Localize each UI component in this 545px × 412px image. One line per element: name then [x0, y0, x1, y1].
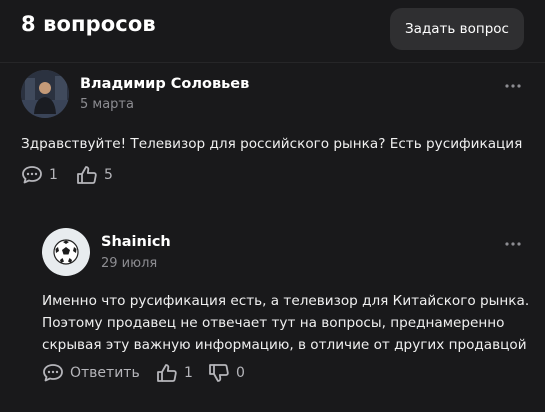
answer-dislikes-count: 0: [236, 365, 245, 381]
answer-author-avatar[interactable]: [42, 228, 90, 276]
header-divider: [0, 62, 545, 63]
thumbs-up-icon: [77, 166, 97, 184]
answer-date: 29 июля: [101, 256, 158, 271]
thumbs-up-icon: [157, 364, 177, 382]
question-text: Здравствуйте! Телевизор для российского …: [21, 136, 523, 152]
comments-count: 1: [49, 167, 58, 183]
question-author-name[interactable]: Владимир Соловьев: [80, 76, 249, 92]
question-comments-button[interactable]: 1: [21, 165, 58, 185]
answer-more-icon[interactable]: [505, 236, 521, 246]
reply-label: Ответить: [70, 365, 140, 381]
answer-text-line-3: скрывая эту важную информацию, в отличие…: [42, 337, 527, 353]
person-photo-icon: [21, 70, 69, 118]
question-date: 5 марта: [80, 97, 134, 112]
page-title: 8 вопросов: [21, 12, 156, 36]
comment-icon: [43, 364, 63, 382]
answer-dislike-button[interactable]: 0: [208, 363, 245, 383]
likes-count: 5: [104, 167, 113, 183]
question-author-avatar[interactable]: [21, 70, 69, 118]
answer-text-line-2: Поэтому продавец не отвечает тут на вопр…: [42, 315, 505, 331]
question-like-button[interactable]: 5: [76, 165, 113, 185]
question-more-icon[interactable]: [505, 78, 521, 88]
thumbs-down-icon: [209, 364, 229, 382]
answer-reply-button[interactable]: Ответить: [42, 363, 140, 383]
answer-text-line-1: Именно что русификация есть, а телевизор…: [42, 293, 530, 309]
answer-like-button[interactable]: 1: [156, 363, 193, 383]
ask-question-button[interactable]: Задать вопрос: [390, 8, 524, 50]
comment-icon: [22, 166, 42, 184]
answer-author-name[interactable]: Shainich: [101, 234, 171, 250]
soccer-ball-icon: [53, 239, 79, 265]
answer-likes-count: 1: [184, 365, 193, 381]
